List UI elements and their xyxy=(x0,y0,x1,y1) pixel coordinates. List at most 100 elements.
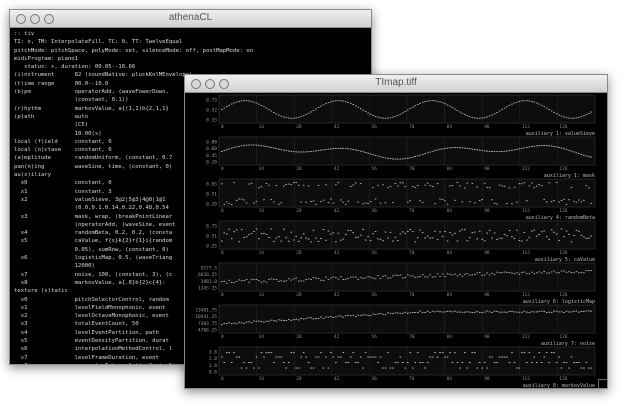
data-point xyxy=(404,311,407,313)
data-point xyxy=(583,367,585,369)
data-point xyxy=(349,148,352,150)
data-point xyxy=(526,100,528,102)
data-point xyxy=(488,311,491,313)
resize-handle[interactable] xyxy=(598,379,607,388)
x-tick-label: 14 xyxy=(259,376,265,382)
data-point xyxy=(263,321,265,323)
data-point xyxy=(583,199,585,201)
data-point xyxy=(511,236,513,238)
data-point xyxy=(394,274,397,276)
data-point xyxy=(402,277,404,279)
data-point xyxy=(553,200,555,202)
x-tick-label: 84 xyxy=(447,208,453,214)
x-tick-label: 112 xyxy=(522,334,530,340)
data-point xyxy=(352,276,355,278)
data-point xyxy=(526,200,528,202)
data-point xyxy=(411,231,414,233)
data-point xyxy=(545,236,548,238)
data-point xyxy=(409,200,412,202)
data-point xyxy=(404,277,407,278)
data-point xyxy=(560,311,563,313)
data-point xyxy=(407,274,409,276)
data-point xyxy=(548,311,550,313)
data-point xyxy=(431,237,434,239)
data-point xyxy=(478,362,481,363)
data-point xyxy=(384,117,387,119)
image-titlebar[interactable]: TImap.tiff xyxy=(185,75,607,93)
x-tick-label: 126 xyxy=(559,292,567,298)
y-tick-label: 0.25 xyxy=(206,244,217,250)
data-point xyxy=(399,356,402,358)
data-point xyxy=(580,272,583,274)
data-point xyxy=(280,319,283,321)
data-point xyxy=(297,319,300,321)
x-tick-label: 70 xyxy=(409,250,415,256)
data-point xyxy=(374,198,377,200)
data-point xyxy=(573,272,575,274)
data-point xyxy=(322,229,325,230)
data-point xyxy=(325,239,327,241)
data-point xyxy=(454,352,456,354)
data-point xyxy=(563,362,565,363)
data-point xyxy=(221,183,223,185)
data-point xyxy=(454,147,456,149)
data-point xyxy=(570,272,573,273)
data-point xyxy=(347,362,350,363)
data-point xyxy=(322,367,325,369)
data-point xyxy=(424,367,426,369)
data-point xyxy=(498,272,501,274)
x-tick-label: 126 xyxy=(559,376,567,382)
data-point xyxy=(332,356,335,358)
data-point xyxy=(270,352,273,354)
data-point xyxy=(407,231,409,233)
data-point xyxy=(285,183,288,185)
data-point xyxy=(243,100,245,102)
x-tick-label: 84 xyxy=(447,250,453,256)
data-point xyxy=(243,280,245,282)
data-point xyxy=(273,147,275,149)
data-point xyxy=(461,362,464,363)
x-tick-label: 98 xyxy=(484,208,490,214)
data-point xyxy=(369,201,372,203)
data-point xyxy=(411,367,414,369)
data-point xyxy=(392,313,394,315)
data-point xyxy=(578,272,580,274)
data-point xyxy=(260,321,263,323)
data-point xyxy=(506,150,508,152)
data-point xyxy=(570,150,573,152)
data-point xyxy=(230,147,233,149)
image-window[interactable]: TImap.tiff 0.73 0.52 0.33 0 14 28 42 56 70 84 98 11… xyxy=(184,74,608,389)
data-point xyxy=(461,311,464,313)
data-point xyxy=(389,158,392,160)
data-point xyxy=(550,110,553,112)
data-point xyxy=(352,104,355,105)
data-point xyxy=(317,185,320,186)
y-tick-label: 0.88 xyxy=(206,140,217,146)
data-point xyxy=(503,150,506,152)
y-tick-label: 6620.25 xyxy=(198,272,217,278)
data-point xyxy=(305,279,307,281)
data-point xyxy=(583,272,585,274)
data-point xyxy=(382,156,384,158)
data-point xyxy=(402,362,404,363)
data-point xyxy=(506,311,508,313)
terminal-titlebar[interactable]: athenaCL xyxy=(10,10,371,28)
data-point xyxy=(473,231,476,233)
data-point xyxy=(320,105,322,107)
data-point xyxy=(345,362,347,363)
data-point xyxy=(223,280,226,282)
data-point xyxy=(439,148,441,150)
data-point xyxy=(493,362,496,363)
data-point xyxy=(379,238,382,240)
data-point xyxy=(486,116,488,118)
data-point xyxy=(548,238,550,240)
data-point xyxy=(233,102,235,104)
data-point xyxy=(501,237,503,239)
data-point xyxy=(349,356,352,358)
data-point xyxy=(230,362,233,363)
data-point xyxy=(317,150,320,152)
data-point xyxy=(506,106,508,108)
data-point xyxy=(283,280,285,282)
data-point xyxy=(332,317,335,318)
data-point xyxy=(307,185,310,187)
